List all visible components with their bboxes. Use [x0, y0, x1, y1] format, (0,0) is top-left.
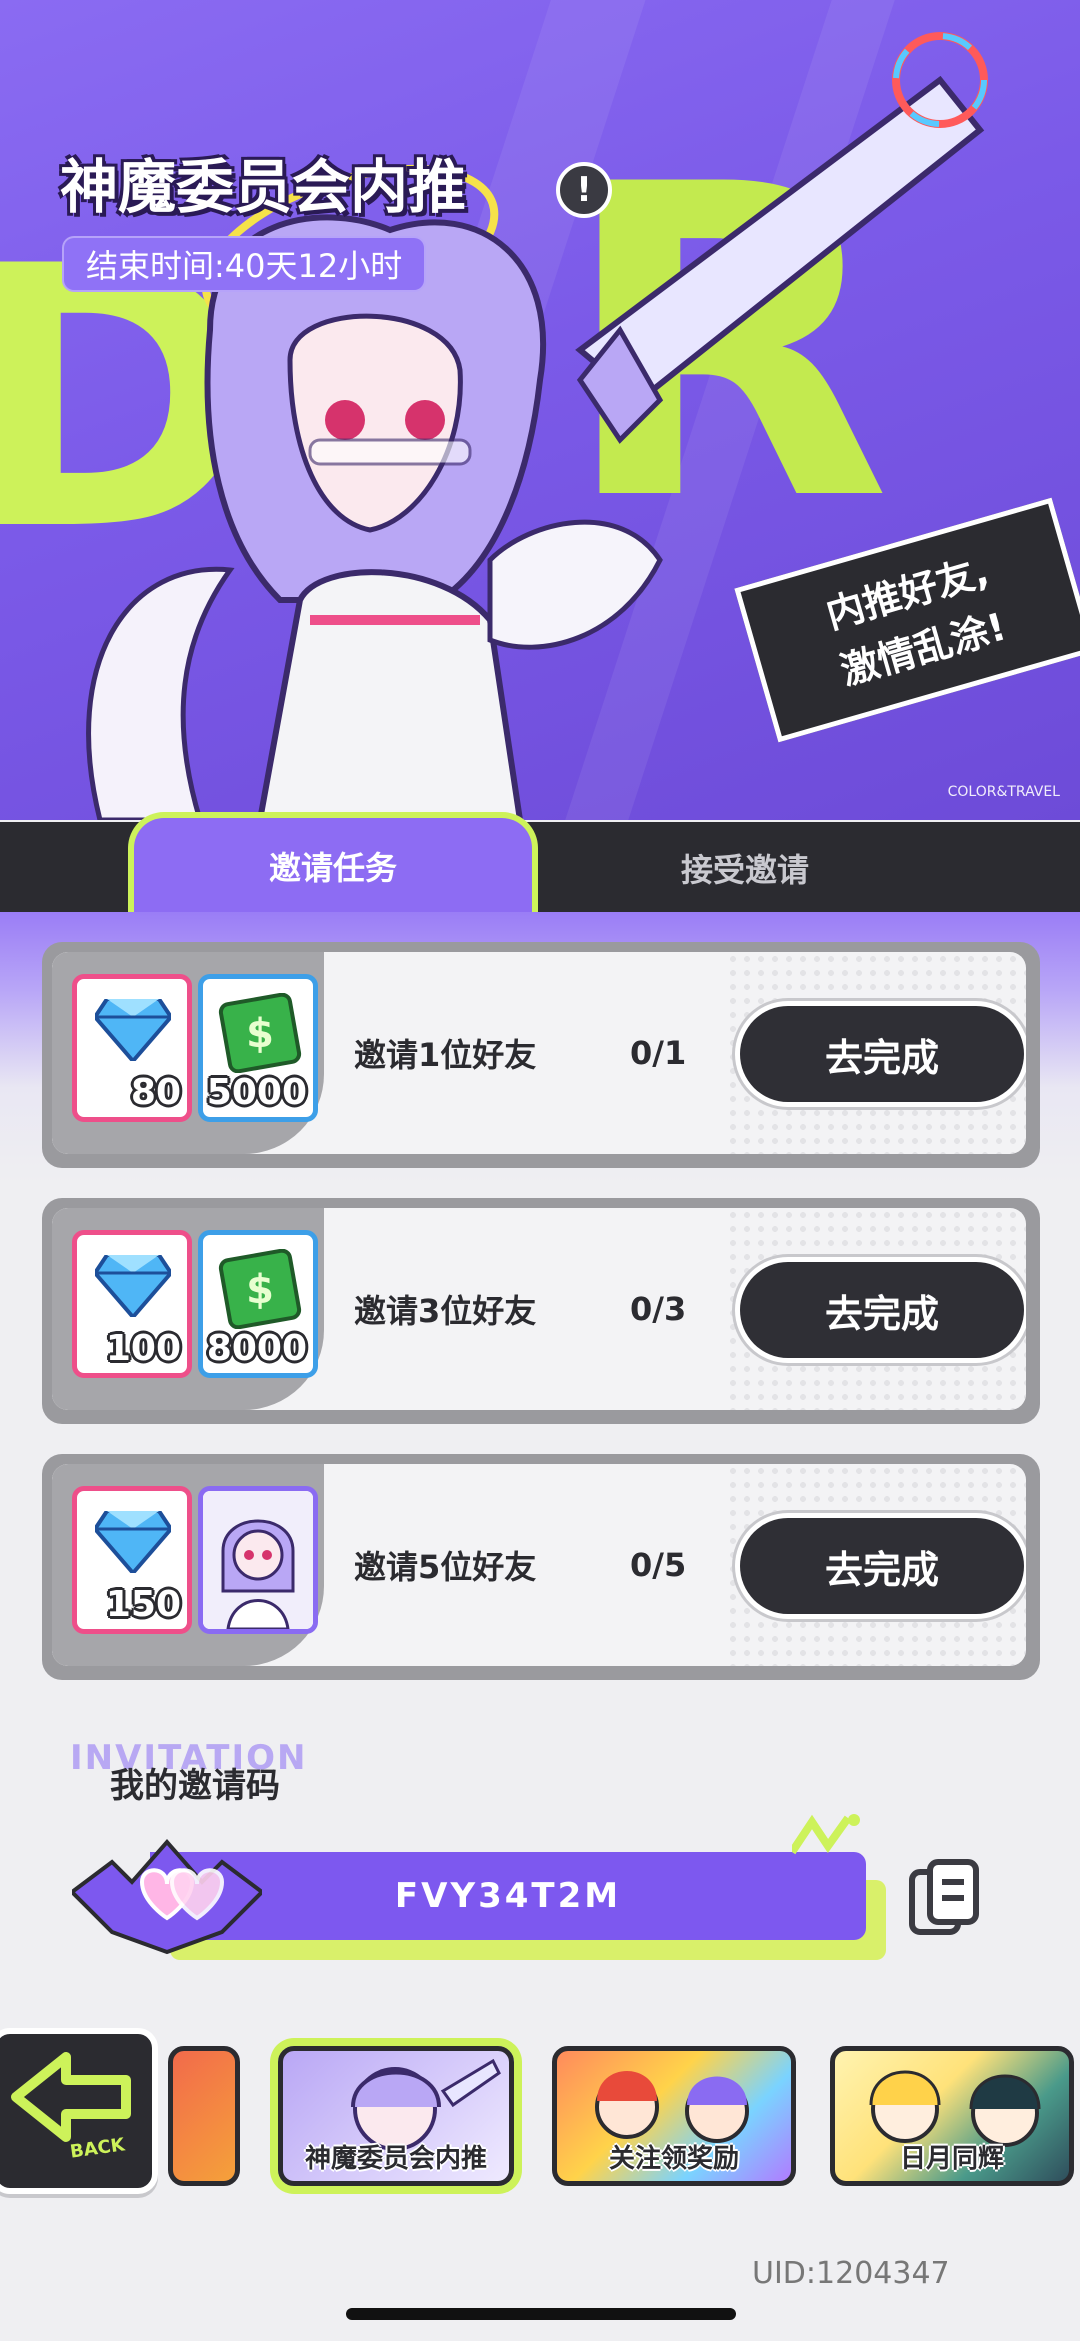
- hero-banner: D R 神魔委员会内推 ! 结束时间:40天12小时 内推好友, 激情乱涂! C…: [0, 0, 1080, 820]
- reward-amount: 5000: [206, 1072, 307, 1113]
- arrow-left-icon: [11, 2052, 131, 2142]
- back-button[interactable]: BACK: [0, 2028, 158, 2194]
- task-card: 100 $ 8000 邀请3位好友 0/3 去完成: [42, 1198, 1040, 1424]
- banner-caption: 日月同辉: [899, 2144, 1004, 2174]
- go-complete-button[interactable]: 去完成: [740, 1518, 1024, 1614]
- task-list: 80 $ 5000 邀请1位好友 0/1 去完成 100 $ 8000 邀请3位…: [0, 912, 1080, 1712]
- character-card-icon: [203, 1491, 313, 1629]
- reward-diamond: 150: [72, 1486, 192, 1634]
- banner-thumb-sunmoon[interactable]: 日月同辉: [830, 2046, 1074, 2186]
- reward-panel: 100 $ 8000: [52, 1208, 324, 1410]
- go-complete-button[interactable]: 去完成: [740, 1006, 1024, 1102]
- banner-thumb-committee[interactable]: 神魔委员会内推: [278, 2046, 514, 2186]
- task-card: 80 $ 5000 邀请1位好友 0/1 去完成: [42, 942, 1040, 1168]
- task-label: 邀请5位好友: [354, 1548, 537, 1586]
- go-complete-button[interactable]: 去完成: [740, 1262, 1024, 1358]
- page-title: 神魔委员会内推: [60, 153, 467, 221]
- banner-caption: 关注领奖励: [608, 2144, 739, 2174]
- cash-icon: $: [218, 1249, 302, 1329]
- tab-invite-tasks[interactable]: 邀请任务: [128, 812, 538, 914]
- task-progress: 0/1: [630, 1034, 687, 1072]
- task-progress: 0/5: [630, 1546, 687, 1584]
- uid-label: UID:1204347: [752, 2256, 950, 2291]
- reward-amount: 8000: [206, 1328, 307, 1369]
- invite-code-title: 我的邀请码: [110, 1766, 280, 1806]
- tab-bar: 邀请任务 接受邀请: [0, 812, 1080, 914]
- svg-text:$: $: [246, 1267, 274, 1313]
- brand-logo-text: COLOR&TRAVEL: [947, 784, 1060, 800]
- task-label: 邀请1位好友: [354, 1036, 537, 1074]
- banner-thumb-follow[interactable]: 关注领奖励: [552, 2046, 796, 2186]
- reward-cash: $ 5000: [198, 974, 318, 1122]
- exclamation-icon[interactable]: !: [556, 162, 612, 218]
- reward-amount: 150: [105, 1584, 181, 1625]
- banner-thumb-partial[interactable]: [168, 2046, 240, 2186]
- reward-amount: 100: [105, 1328, 181, 1369]
- reward-cash: $ 8000: [198, 1230, 318, 1378]
- task-progress: 0/3: [630, 1290, 687, 1328]
- bat-heart-badge-icon: [72, 1838, 262, 1955]
- zigzag-decoration: [792, 1814, 860, 1855]
- diamond-icon: [95, 999, 171, 1061]
- reward-diamond: 80: [72, 974, 192, 1122]
- reward-amount: 80: [130, 1072, 181, 1113]
- reward-character-card: [198, 1486, 318, 1634]
- reward-panel: 80 $ 5000: [52, 952, 324, 1154]
- copy-icon[interactable]: [908, 1858, 982, 1938]
- cash-icon: $: [218, 993, 302, 1073]
- reward-diamond: 100: [72, 1230, 192, 1378]
- task-label: 邀请3位好友: [354, 1292, 537, 1330]
- svg-text:$: $: [246, 1011, 274, 1057]
- diamond-icon: [95, 1511, 171, 1573]
- end-time-label: 结束时间:40天12小时: [62, 236, 427, 292]
- tab-accept-invite[interactable]: 接受邀请: [560, 822, 930, 914]
- task-card: 150 邀请5位好友 0/5 去完成: [42, 1454, 1040, 1680]
- home-indicator[interactable]: [346, 2308, 736, 2320]
- diamond-icon: [95, 1255, 171, 1317]
- reward-panel: 150: [52, 1464, 324, 1666]
- banner-caption: 神魔委员会内推: [304, 2144, 487, 2174]
